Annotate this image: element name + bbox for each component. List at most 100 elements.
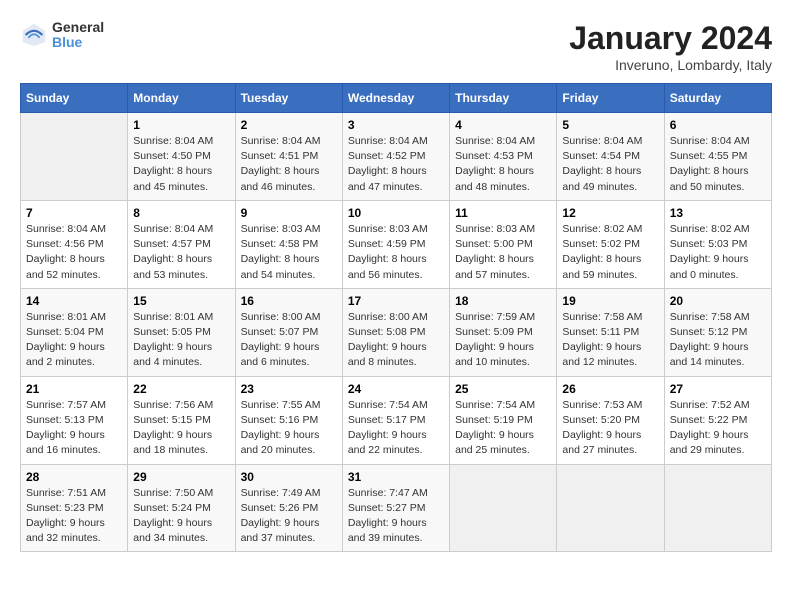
- day-cell: 9 Sunrise: 8:03 AMSunset: 4:58 PMDaylight…: [235, 200, 342, 288]
- header-wednesday: Wednesday: [342, 84, 449, 113]
- day-cell: 13 Sunrise: 8:02 AMSunset: 5:03 PMDayligh…: [664, 200, 771, 288]
- day-cell: 2Sunrise: 8:04 AMSunset: 4:51 PMDaylight…: [235, 113, 342, 201]
- day-cell: [21, 113, 128, 201]
- day-cell: 21 Sunrise: 7:57 AMSunset: 5:13 PMDayligh…: [21, 376, 128, 464]
- calendar-header: SundayMondayTuesdayWednesdayThursdayFrid…: [21, 84, 772, 113]
- day-info: Sunrise: 8:02 AMSunset: 5:03 PMDaylight:…: [670, 222, 766, 283]
- day-cell: 10Sunrise: 8:03 AMSunset: 4:59 PMDayligh…: [342, 200, 449, 288]
- calendar-table: SundayMondayTuesdayWednesdayThursdayFrid…: [20, 83, 772, 552]
- day-number: 29: [133, 470, 229, 484]
- day-cell: [450, 464, 557, 552]
- day-info: Sunrise: 7:50 AMSunset: 5:24 PMDaylight:…: [133, 486, 229, 547]
- day-number: 3: [348, 118, 444, 132]
- day-info: Sunrise: 8:00 AMSunset: 5:07 PMDaylight:…: [241, 310, 337, 371]
- day-cell: 16 Sunrise: 8:00 AMSunset: 5:07 PMDayligh…: [235, 288, 342, 376]
- day-number: 31: [348, 470, 444, 484]
- day-cell: 25 Sunrise: 7:54 AMSunset: 5:19 PMDayligh…: [450, 376, 557, 464]
- day-cell: 20 Sunrise: 7:58 AMSunset: 5:12 PMDayligh…: [664, 288, 771, 376]
- day-number: 27: [670, 382, 766, 396]
- day-number: 30: [241, 470, 337, 484]
- day-number: 16: [241, 294, 337, 308]
- day-cell: 31Sunrise: 7:47 AMSunset: 5:27 PMDayligh…: [342, 464, 449, 552]
- day-info: Sunrise: 8:04 AMSunset: 4:55 PMDaylight:…: [670, 134, 766, 195]
- day-cell: 29 Sunrise: 7:50 AMSunset: 5:24 PMDayligh…: [128, 464, 235, 552]
- day-number: 6: [670, 118, 766, 132]
- day-cell: [557, 464, 664, 552]
- header-sunday: Sunday: [21, 84, 128, 113]
- day-info: Sunrise: 8:04 AMSunset: 4:51 PMDaylight:…: [241, 134, 337, 195]
- day-info: Sunrise: 7:58 AMSunset: 5:12 PMDaylight:…: [670, 310, 766, 371]
- day-cell: 1Sunrise: 8:04 AMSunset: 4:50 PMDaylight…: [128, 113, 235, 201]
- day-info: Sunrise: 7:55 AMSunset: 5:16 PMDaylight:…: [241, 398, 337, 459]
- day-cell: [664, 464, 771, 552]
- day-cell: 7 Sunrise: 8:04 AMSunset: 4:56 PMDaylight…: [21, 200, 128, 288]
- day-cell: 18Sunrise: 7:59 AMSunset: 5:09 PMDayligh…: [450, 288, 557, 376]
- day-number: 4: [455, 118, 551, 132]
- header-thursday: Thursday: [450, 84, 557, 113]
- day-info: Sunrise: 7:49 AMSunset: 5:26 PMDaylight:…: [241, 486, 337, 547]
- day-number: 20: [670, 294, 766, 308]
- day-info: Sunrise: 7:54 AMSunset: 5:19 PMDaylight:…: [455, 398, 551, 459]
- day-cell: 6 Sunrise: 8:04 AMSunset: 4:55 PMDaylight…: [664, 113, 771, 201]
- day-info: Sunrise: 8:04 AMSunset: 4:57 PMDaylight:…: [133, 222, 229, 283]
- day-number: 14: [26, 294, 122, 308]
- calendar-body: 1Sunrise: 8:04 AMSunset: 4:50 PMDaylight…: [21, 113, 772, 552]
- day-cell: 4Sunrise: 8:04 AMSunset: 4:53 PMDaylight…: [450, 113, 557, 201]
- day-info: Sunrise: 8:03 AMSunset: 4:58 PMDaylight:…: [241, 222, 337, 283]
- day-info: Sunrise: 8:03 AMSunset: 5:00 PMDaylight:…: [455, 222, 551, 283]
- page-header: General Blue January 2024 Inveruno, Lomb…: [20, 20, 772, 73]
- day-info: Sunrise: 8:01 AMSunset: 5:04 PMDaylight:…: [26, 310, 122, 371]
- day-info: Sunrise: 7:56 AMSunset: 5:15 PMDaylight:…: [133, 398, 229, 459]
- day-info: Sunrise: 8:04 AMSunset: 4:56 PMDaylight:…: [26, 222, 122, 283]
- day-number: 13: [670, 206, 766, 220]
- day-number: 9: [241, 206, 337, 220]
- week-row-3: 14 Sunrise: 8:01 AMSunset: 5:04 PMDayligh…: [21, 288, 772, 376]
- day-cell: 19Sunrise: 7:58 AMSunset: 5:11 PMDayligh…: [557, 288, 664, 376]
- week-row-2: 7 Sunrise: 8:04 AMSunset: 4:56 PMDaylight…: [21, 200, 772, 288]
- logo-icon: [20, 21, 48, 49]
- day-number: 11: [455, 206, 551, 220]
- day-cell: 24Sunrise: 7:54 AMSunset: 5:17 PMDayligh…: [342, 376, 449, 464]
- day-number: 23: [241, 382, 337, 396]
- day-number: 12: [562, 206, 658, 220]
- calendar-title: January 2024: [569, 20, 772, 57]
- day-number: 18: [455, 294, 551, 308]
- day-info: Sunrise: 8:03 AMSunset: 4:59 PMDaylight:…: [348, 222, 444, 283]
- logo: General Blue: [20, 20, 104, 51]
- day-cell: 30 Sunrise: 7:49 AMSunset: 5:26 PMDayligh…: [235, 464, 342, 552]
- day-number: 8: [133, 206, 229, 220]
- day-number: 7: [26, 206, 122, 220]
- day-number: 5: [562, 118, 658, 132]
- day-cell: 27 Sunrise: 7:52 AMSunset: 5:22 PMDayligh…: [664, 376, 771, 464]
- header-friday: Friday: [557, 84, 664, 113]
- day-number: 25: [455, 382, 551, 396]
- day-info: Sunrise: 7:52 AMSunset: 5:22 PMDaylight:…: [670, 398, 766, 459]
- day-cell: 28 Sunrise: 7:51 AMSunset: 5:23 PMDayligh…: [21, 464, 128, 552]
- week-row-5: 28 Sunrise: 7:51 AMSunset: 5:23 PMDayligh…: [21, 464, 772, 552]
- day-cell: 5 Sunrise: 8:04 AMSunset: 4:54 PMDaylight…: [557, 113, 664, 201]
- day-cell: 12 Sunrise: 8:02 AMSunset: 5:02 PMDayligh…: [557, 200, 664, 288]
- day-number: 28: [26, 470, 122, 484]
- header-monday: Monday: [128, 84, 235, 113]
- title-block: January 2024 Inveruno, Lombardy, Italy: [569, 20, 772, 73]
- day-info: Sunrise: 7:51 AMSunset: 5:23 PMDaylight:…: [26, 486, 122, 547]
- logo-line2: Blue: [52, 35, 104, 50]
- logo-text: General Blue: [52, 20, 104, 51]
- day-cell: 11 Sunrise: 8:03 AMSunset: 5:00 PMDayligh…: [450, 200, 557, 288]
- day-cell: 22Sunrise: 7:56 AMSunset: 5:15 PMDayligh…: [128, 376, 235, 464]
- day-number: 21: [26, 382, 122, 396]
- week-row-4: 21 Sunrise: 7:57 AMSunset: 5:13 PMDayligh…: [21, 376, 772, 464]
- day-info: Sunrise: 8:00 AMSunset: 5:08 PMDaylight:…: [348, 310, 444, 371]
- day-number: 19: [562, 294, 658, 308]
- header-tuesday: Tuesday: [235, 84, 342, 113]
- day-info: Sunrise: 7:57 AMSunset: 5:13 PMDaylight:…: [26, 398, 122, 459]
- week-row-1: 1Sunrise: 8:04 AMSunset: 4:50 PMDaylight…: [21, 113, 772, 201]
- day-info: Sunrise: 8:04 AMSunset: 4:54 PMDaylight:…: [562, 134, 658, 195]
- day-number: 17: [348, 294, 444, 308]
- day-info: Sunrise: 8:02 AMSunset: 5:02 PMDaylight:…: [562, 222, 658, 283]
- day-cell: 26Sunrise: 7:53 AMSunset: 5:20 PMDayligh…: [557, 376, 664, 464]
- logo-line1: General: [52, 20, 104, 35]
- day-cell: 23 Sunrise: 7:55 AMSunset: 5:16 PMDayligh…: [235, 376, 342, 464]
- day-cell: 17 Sunrise: 8:00 AMSunset: 5:08 PMDayligh…: [342, 288, 449, 376]
- day-info: Sunrise: 8:01 AMSunset: 5:05 PMDaylight:…: [133, 310, 229, 371]
